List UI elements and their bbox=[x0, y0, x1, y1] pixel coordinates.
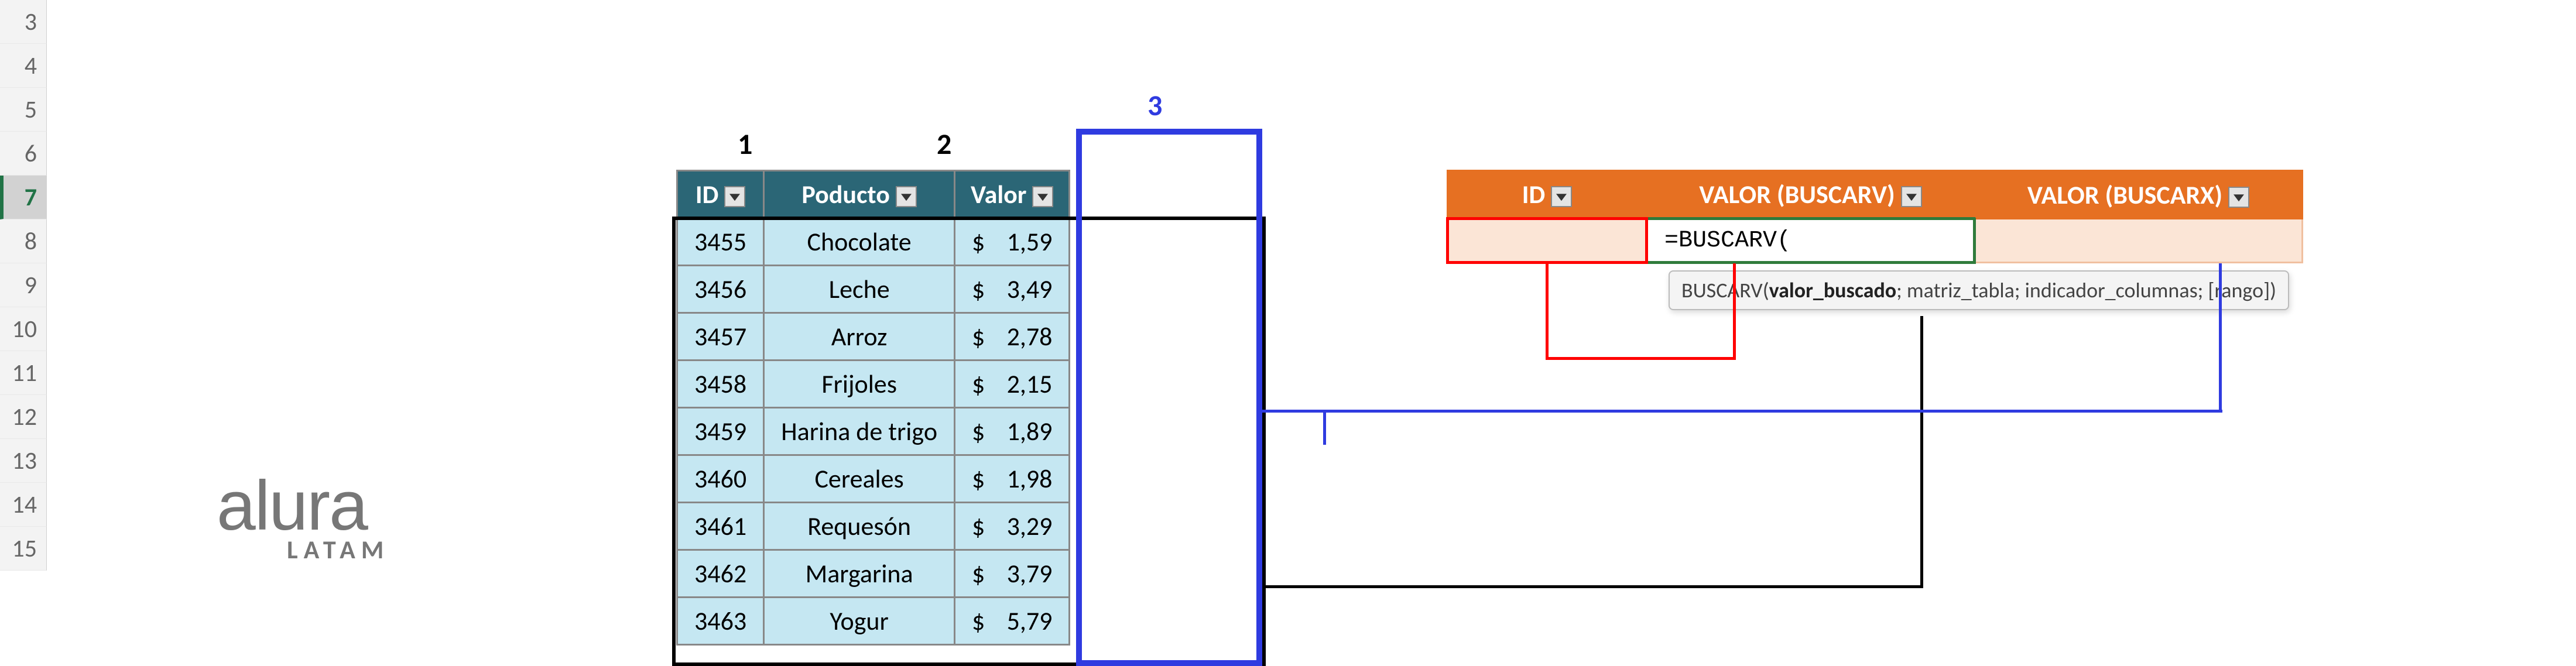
red-connector bbox=[1546, 357, 1733, 360]
blue-connector bbox=[1262, 410, 2222, 413]
tooltip-fn: BUSCARV( bbox=[1681, 277, 1769, 303]
src-header-valor-label: Valor bbox=[971, 178, 1026, 210]
red-connector bbox=[1546, 263, 1549, 357]
src-header-producto[interactable]: Poducto bbox=[764, 171, 955, 218]
red-connector bbox=[1733, 263, 1736, 360]
alura-logo: alura LATAM bbox=[217, 474, 389, 565]
res-header-id[interactable]: ID bbox=[1448, 171, 1647, 219]
row-header-3[interactable]: 3 bbox=[0, 0, 47, 44]
row-header-5[interactable]: 5 bbox=[0, 88, 47, 132]
formula-tooltip: BUSCARV(valor_buscado; matriz_tabla; ind… bbox=[1669, 270, 2289, 310]
buscarx-cell[interactable] bbox=[1975, 219, 2303, 263]
row-header-14[interactable]: 14 bbox=[0, 483, 47, 527]
row-header-13[interactable]: 13 bbox=[0, 439, 47, 483]
filter-icon[interactable] bbox=[2228, 187, 2249, 208]
row-gutter: 3 4 5 6 7 8 9 10 11 12 13 14 15 bbox=[0, 0, 47, 571]
row-header-10[interactable]: 10 bbox=[0, 307, 47, 351]
blue-connector bbox=[2219, 263, 2222, 413]
row-header-8[interactable]: 8 bbox=[0, 219, 47, 263]
logo-main: alura bbox=[217, 474, 389, 537]
black-connector bbox=[1920, 316, 1923, 588]
res-header-v2-label: VALOR (BUSCARX) bbox=[2027, 179, 2222, 211]
result-table: ID VALOR (BUSCARV) VALOR (BUSCARX) =BUSC… bbox=[1446, 170, 2303, 264]
src-header-id[interactable]: ID bbox=[677, 171, 764, 218]
src-header-valor[interactable]: Valor bbox=[955, 171, 1070, 218]
col-label-2: 2 bbox=[937, 126, 951, 162]
row-header-4[interactable]: 4 bbox=[0, 44, 47, 88]
filter-icon[interactable] bbox=[1032, 186, 1053, 207]
row-header-11[interactable]: 11 bbox=[0, 351, 47, 395]
res-header-v1-label: VALOR (BUSCARV) bbox=[1699, 178, 1895, 210]
filter-icon[interactable] bbox=[1901, 186, 1922, 207]
row-header-15[interactable]: 15 bbox=[0, 527, 47, 571]
res-header-id-label: ID bbox=[1522, 178, 1545, 210]
row-header-9[interactable]: 9 bbox=[0, 263, 47, 307]
logo-sub: LATAM bbox=[287, 534, 389, 565]
src-header-id-label: ID bbox=[696, 178, 718, 210]
lookup-id-cell[interactable] bbox=[1448, 219, 1647, 263]
filter-icon[interactable] bbox=[896, 186, 917, 207]
row-header-12[interactable]: 12 bbox=[0, 395, 47, 439]
black-connector bbox=[1266, 585, 1921, 588]
res-header-buscarv[interactable]: VALOR (BUSCARV) bbox=[1647, 171, 1975, 219]
blue-connector bbox=[1323, 410, 1326, 445]
filter-icon[interactable] bbox=[1551, 186, 1572, 207]
row-header-7[interactable]: 7 bbox=[0, 176, 47, 219]
formula-cell[interactable]: =BUSCARV( bbox=[1647, 219, 1975, 263]
src-header-prod-label: Poducto bbox=[801, 178, 889, 210]
col-label-3: 3 bbox=[1147, 88, 1162, 123]
res-header-buscarx[interactable]: VALOR (BUSCARX) bbox=[1975, 171, 2303, 219]
filter-icon[interactable] bbox=[724, 186, 745, 207]
column-3-annotation bbox=[1076, 129, 1262, 666]
col-label-1: 1 bbox=[738, 126, 752, 162]
tooltip-arg1: valor_buscado bbox=[1769, 277, 1897, 303]
row-header-6[interactable]: 6 bbox=[0, 132, 47, 176]
